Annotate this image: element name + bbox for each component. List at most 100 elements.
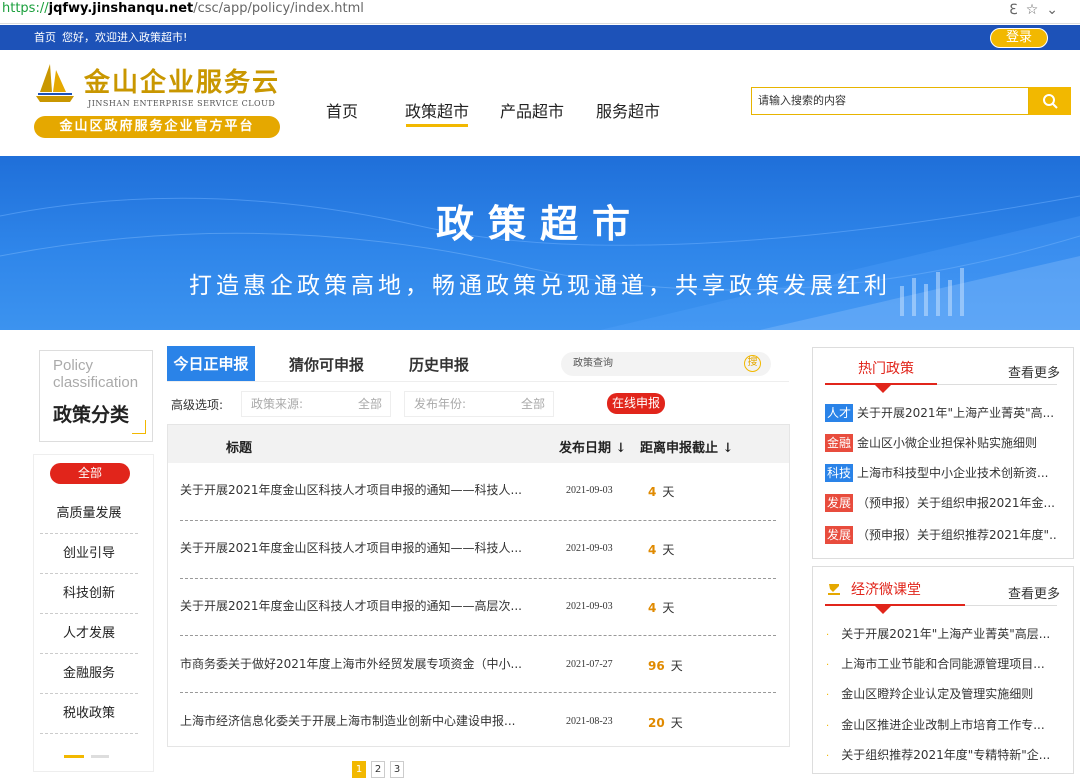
tag-badge: 科技 [825, 464, 854, 482]
hot-policy-title: 热门政策 [858, 361, 914, 377]
row-date: 2021-09-03 [566, 485, 613, 496]
search-button[interactable] [1029, 87, 1071, 115]
eco-class-item[interactable]: · 上海市工业节能和合同能源管理项目... [826, 655, 1056, 672]
year-filter-value: 全部 [520, 397, 545, 411]
row-days-unit: 天 [662, 485, 675, 499]
row-days-value: 96 [648, 659, 665, 673]
category-item[interactable]: 金融服务 [40, 654, 138, 694]
url-host: jqfwy.jinshanqu.net [48, 1, 194, 16]
header-deadline[interactable]: 距离申报截止 ↓ [640, 437, 733, 456]
bullet-icon: · [826, 751, 830, 762]
row-title[interactable]: 关于开展2021年度金山区科技人才项目申报的通知——科技人... [180, 481, 540, 498]
row-days-unit: 天 [670, 659, 683, 673]
source-filter[interactable]: 政策来源: 全部 [241, 391, 391, 417]
site-search-input[interactable]: 请输入搜索的内容 [751, 87, 1029, 115]
welcome-text: 您好，欢迎进入政策超市! [62, 31, 188, 44]
eco-class-text: 上海市工业节能和合同能源管理项目... [841, 657, 1045, 671]
eco-class-text: 关于开展2021年"上海产业菁英"高层... [841, 627, 1051, 641]
eco-class-title: 经济微课堂 [851, 582, 921, 598]
tab-guess[interactable]: 猜你可申报 [289, 354, 364, 375]
header-date[interactable]: 发布日期 ↓ [559, 437, 626, 456]
row-title[interactable]: 上海市经济信息化委关于开展上海市制造业创新中心建设申报... [180, 712, 540, 729]
hot-policy-item[interactable]: 发展 （预申报）关于组织申报2021年金... [825, 494, 1057, 512]
page-3-button[interactable]: 3 [390, 761, 404, 778]
eco-class-underline [825, 604, 965, 606]
row-title[interactable]: 关于开展2021年度金山区科技人才项目申报的通知——科技人... [180, 539, 540, 556]
class-icon [828, 584, 840, 595]
category-item[interactable]: 创业引导 [40, 534, 138, 574]
hot-policy-more-link[interactable]: 查看更多 [1008, 362, 1060, 381]
top-strip: 首页 您好，欢迎进入政策超市! [0, 25, 1080, 50]
policy-table [167, 424, 790, 747]
hot-policy-item[interactable]: 金融 金山区小微企业担保补贴实施细则 [825, 434, 1057, 452]
search-icon [1043, 94, 1058, 109]
tag-badge: 发展 [825, 494, 854, 512]
bullet-icon: · [826, 630, 830, 641]
eco-class-item[interactable]: · 关于开展2021年"上海产业菁英"高层... [826, 625, 1056, 642]
hot-policy-text: （预申报）关于组织申报2021年金... [857, 496, 1055, 510]
reader-icon[interactable]: ℇ [1009, 2, 1026, 18]
banner-subtitle: 打造惠企政策高地，畅通政策兑现通道，共享政策发展红利 [189, 273, 891, 299]
advanced-options-label: 高级选项: [171, 398, 224, 412]
tab-history[interactable]: 历史申报 [409, 354, 469, 375]
login-button[interactable]: 登录 [990, 28, 1048, 48]
row-days: 4天 [648, 541, 674, 558]
logo-icon [36, 64, 74, 102]
bullet-icon: · [826, 660, 830, 671]
policy-search-icon[interactable]: 搜 [744, 355, 761, 372]
top-home-link[interactable]: 首页 [34, 31, 56, 44]
tab-today[interactable]: 今日正申报 [167, 346, 255, 382]
hot-policy-item[interactable]: 人才 关于开展2021年"上海产业菁英"高... [825, 404, 1057, 422]
eco-class-more-link[interactable]: 查看更多 [1008, 583, 1060, 602]
nav-service-market[interactable]: 服务超市 [596, 98, 660, 122]
year-filter[interactable]: 发布年份: 全部 [404, 391, 554, 417]
chevron-down-icon[interactable]: ⌄ [1046, 2, 1066, 18]
row-date: 2021-08-23 [566, 716, 613, 727]
star-icon[interactable]: ☆ [1026, 2, 1047, 18]
hot-policy-text: （预申报）关于组织推荐2021年度"... [857, 528, 1057, 542]
row-days-value: 4 [648, 601, 657, 615]
nav-policy-market[interactable]: 政策超市 [405, 98, 469, 122]
row-days-unit: 天 [670, 716, 683, 730]
tab-divider [167, 381, 789, 382]
nav-product-market[interactable]: 产品超市 [500, 98, 564, 122]
classification-title-en: Policy classification [53, 357, 145, 391]
category-item[interactable]: 科技创新 [40, 574, 138, 614]
row-divider [180, 578, 776, 579]
corner-decoration [132, 420, 146, 434]
classification-title-cn: 政策分类 [53, 404, 130, 426]
row-days-unit: 天 [662, 601, 675, 615]
source-filter-value: 全部 [357, 397, 382, 411]
row-title[interactable]: 关于开展2021年度金山区科技人才项目申报的通知——高层次... [180, 597, 540, 614]
eco-class-item[interactable]: · 金山区推进企业改制上市培育工作专... [826, 716, 1056, 733]
page-2-button[interactable]: 2 [371, 761, 385, 778]
category-item[interactable]: 税收政策 [40, 694, 138, 734]
online-apply-button[interactable]: 在线申报 [607, 393, 665, 414]
header-title: 标题 [226, 441, 253, 456]
eco-class-text: 金山区瞪羚企业认定及管理实施细则 [841, 687, 1034, 701]
bullet-icon: · [826, 690, 830, 701]
hot-policy-item[interactable]: 科技 上海市科技型中小企业技术创新资... [825, 464, 1057, 482]
eco-class-item[interactable]: · 金山区瞪羚企业认定及管理实施细则 [826, 685, 1056, 702]
policy-search-input[interactable]: 政策查询 [561, 352, 771, 376]
category-item[interactable]: 人才发展 [40, 614, 138, 654]
category-all-button[interactable]: 全部 [50, 463, 130, 484]
category-item[interactable]: 高质量发展 [40, 494, 138, 534]
hot-policy-text: 金山区小微企业担保补贴实施细则 [857, 436, 1038, 450]
row-title[interactable]: 市商务委关于做好2021年度上海市外经贸发展专项资金（中小... [180, 655, 540, 672]
hot-policy-text: 上海市科技型中小企业技术创新资... [857, 466, 1049, 480]
logo-title: 金山企业服务云 [84, 68, 281, 98]
category-scroll-indicator-active[interactable] [64, 755, 84, 758]
category-scroll-indicator[interactable] [91, 755, 109, 758]
eco-class-item[interactable]: · 关于组织推荐2021年度"专精特新"企... [826, 746, 1056, 763]
hot-policy-item[interactable]: 发展 （预申报）关于组织推荐2021年度"... [825, 526, 1057, 544]
eco-class-text: 关于组织推荐2021年度"专精特新"企... [841, 748, 1051, 762]
row-days: 96 天 [648, 657, 683, 674]
nav-home[interactable]: 首页 [326, 98, 358, 122]
page-1-button[interactable]: 1 [352, 761, 366, 778]
row-divider [180, 692, 776, 693]
row-divider [180, 635, 776, 636]
address-bar[interactable]: https://jqfwy.jinshanqu.net/csc/app/poli… [0, 0, 1080, 24]
hot-policy-text: 关于开展2021年"上海产业菁英"高... [857, 406, 1055, 420]
tag-badge: 发展 [825, 526, 854, 544]
